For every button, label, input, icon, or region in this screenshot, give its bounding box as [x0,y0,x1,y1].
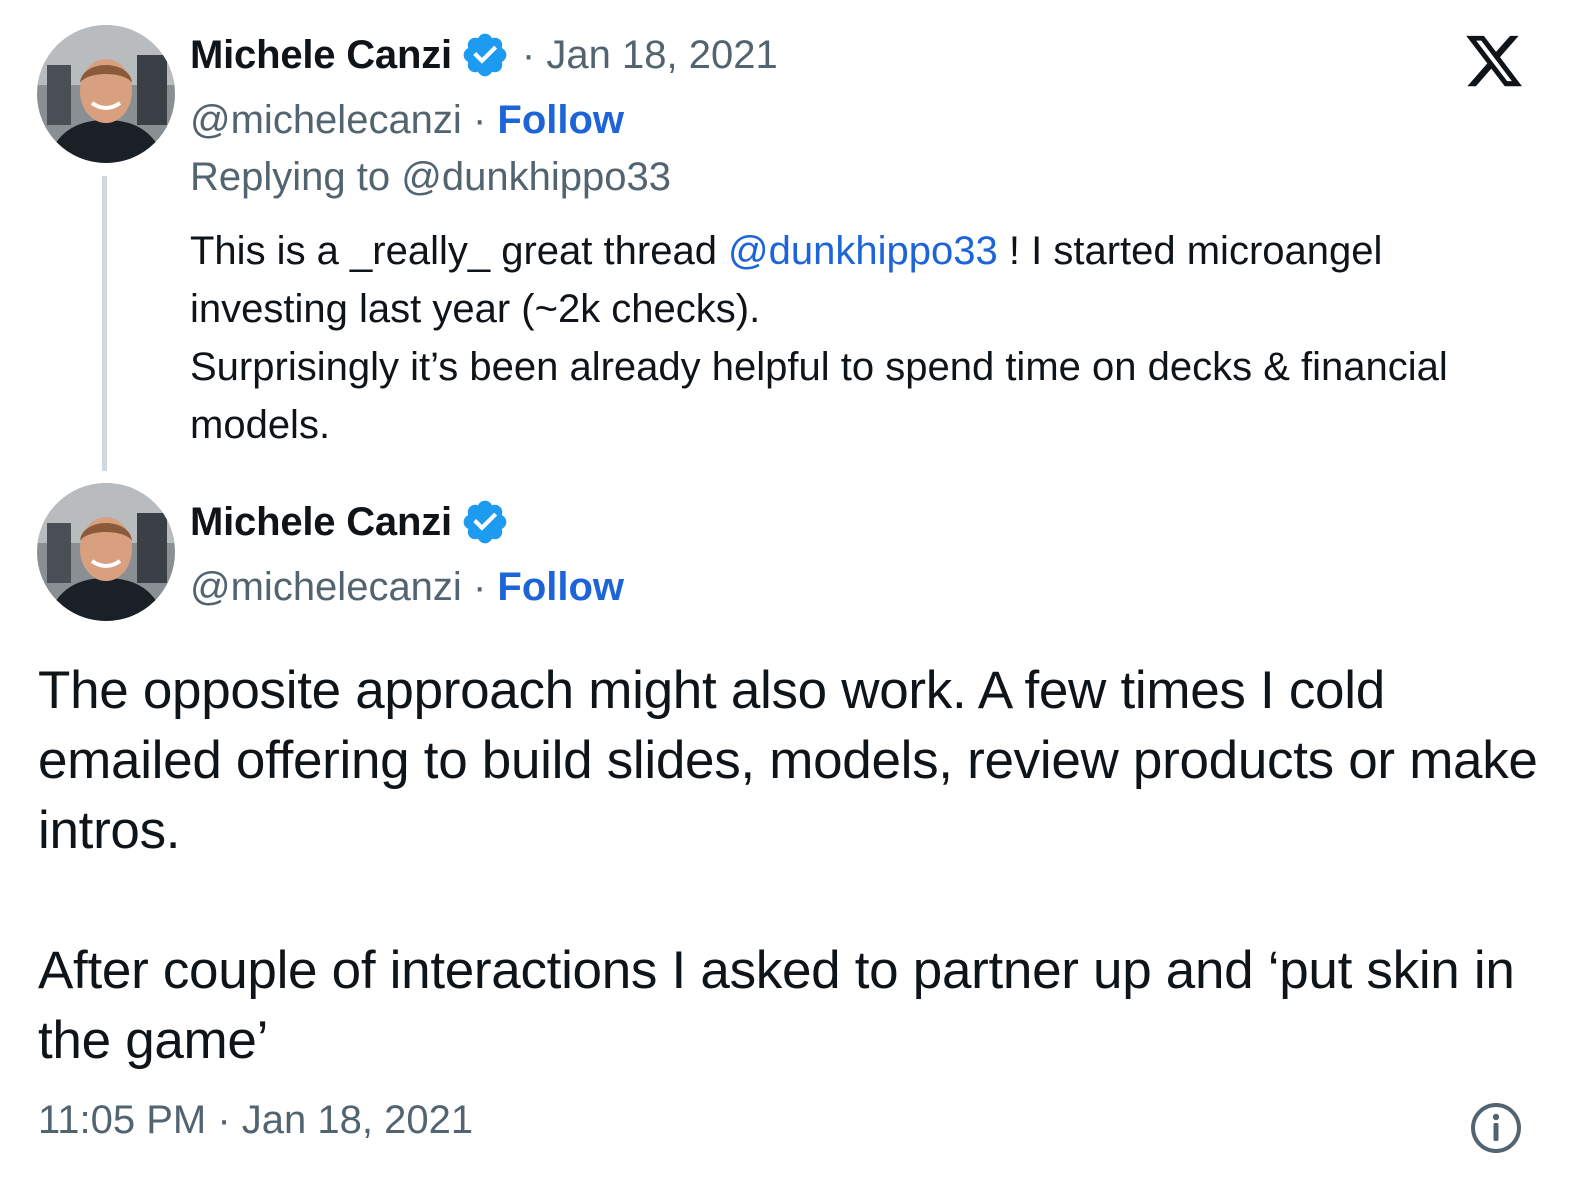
reply-date[interactable]: · Jan 18, 2021 [522,33,778,78]
reply-author-name[interactable]: Michele Canzi [190,33,452,78]
verified-badge-icon [460,497,510,547]
main-handle-row: @michelecanzi · Follow [190,565,624,610]
reply-author-handle[interactable]: @michelecanzi [190,98,462,142]
reply-text-line1: This is a _really_ great thread @dunkhip… [190,229,1383,331]
separator-dot: · [472,565,487,609]
main-tweet-paragraph-1: The opposite approach might also work. A… [38,661,1538,860]
reply-author-row: Michele Canzi · Jan 18, 2021 [190,30,778,80]
mention-link[interactable]: @dunkhippo33 [728,229,998,273]
thread-connector-line [102,176,107,471]
main-tweet-paragraph-2: After couple of interactions I asked to … [38,941,1515,1070]
tweet-timestamp[interactable]: 11:05 PM · Jan 18, 2021 [38,1098,473,1143]
main-author-row: Michele Canzi [190,497,510,547]
x-logo-icon[interactable] [1462,30,1526,92]
reply-handle-row: @michelecanzi · Follow [190,98,624,143]
main-author-handle[interactable]: @michelecanzi [190,565,462,609]
reply-text-line2: Surprisingly it’s been already helpful t… [190,345,1448,447]
separator-dot: · [472,98,487,142]
follow-button[interactable]: Follow [497,565,624,609]
main-author-name[interactable]: Michele Canzi [190,500,452,545]
replying-to-label[interactable]: Replying to @dunkhippo33 [190,155,671,200]
follow-button[interactable]: Follow [497,98,624,142]
verified-badge-icon [460,30,510,80]
main-author-avatar[interactable] [37,483,175,621]
info-icon[interactable] [1470,1102,1522,1154]
reply-author-avatar[interactable] [37,25,175,163]
main-tweet-text: The opposite approach might also work. A… [38,656,1558,1076]
reply-tweet-text: This is a _really_ great thread @dunkhip… [190,222,1530,454]
